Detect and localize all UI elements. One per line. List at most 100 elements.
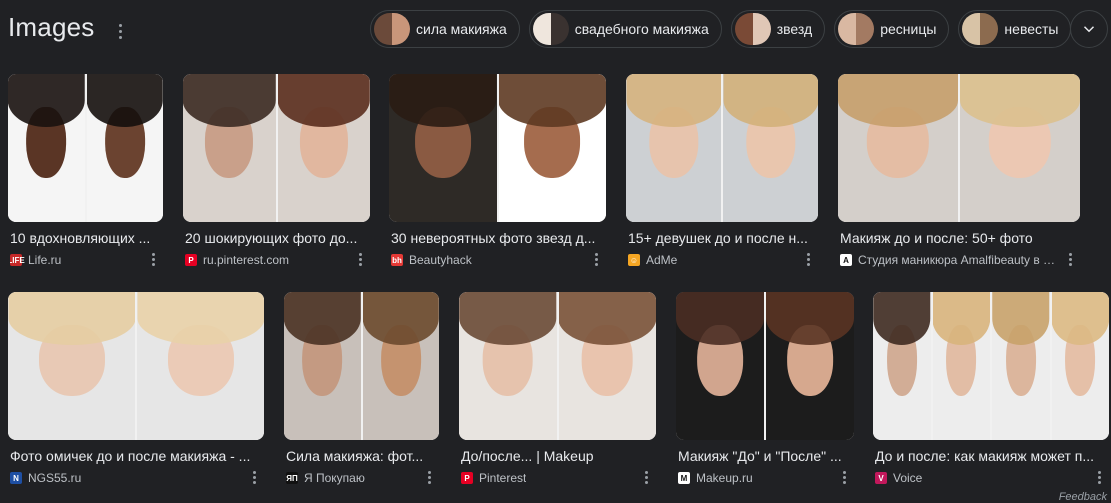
portrait-photo <box>275 74 370 222</box>
chip-thumbnail <box>374 13 410 45</box>
result-caption[interactable]: Макияж до и после: 50+ фото <box>840 230 1078 246</box>
image-result-card[interactable]: Сила макияжа: фот... ЯП Я Покупаю <box>284 292 439 486</box>
site-favicon-icon: ☺ <box>628 254 640 266</box>
source-name: Я Покупаю <box>304 471 365 485</box>
chip-0[interactable]: сила макияжа <box>370 10 520 48</box>
images-title: Images <box>8 12 95 42</box>
site-favicon-icon: V <box>875 472 887 484</box>
chip-thumbnail <box>962 13 999 45</box>
chip-2[interactable]: звезд <box>730 10 826 48</box>
chip-label: звезд <box>776 21 813 37</box>
site-favicon-icon: P <box>461 472 473 484</box>
related-search-chips: сила макияжа свадебного макияжа звезд ре… <box>370 10 1072 50</box>
site-favicon-icon: A <box>840 254 852 266</box>
portrait-photo <box>389 74 497 222</box>
image-result-card[interactable]: 30 невероятных фото звезд д... bh Beautyha… <box>389 74 606 268</box>
chip-thumbnail <box>734 13 771 45</box>
more-options-icon[interactable] <box>248 469 260 485</box>
result-caption[interactable]: До/после... | Makeup <box>461 448 654 464</box>
source-name: ru.pinterest.com <box>203 253 290 267</box>
more-options-icon[interactable] <box>423 469 435 485</box>
result-source[interactable]: bh Beautyhack <box>391 253 586 267</box>
result-source[interactable]: M Makeup.ru <box>678 471 834 485</box>
portrait-photo <box>958 74 1080 222</box>
result-source[interactable]: ЯП Я Покупаю <box>286 471 419 485</box>
result-thumbnail[interactable] <box>183 74 370 222</box>
result-caption[interactable]: Фото омичек до и после макияжа - ... <box>10 448 262 464</box>
result-source[interactable]: ☺ AdMe <box>628 253 798 267</box>
portrait-photo <box>183 74 276 222</box>
result-caption[interactable]: Сила макияжа: фот... <box>286 448 437 464</box>
more-options-icon[interactable] <box>590 251 602 267</box>
chip-4[interactable]: невесты <box>958 10 1072 48</box>
image-result-card[interactable]: Макияж до и после: 50+ фото A Студия маник… <box>838 74 1080 268</box>
source-name: Voice <box>893 471 923 485</box>
portrait-photo <box>990 292 1050 440</box>
more-options-icon[interactable] <box>802 251 814 267</box>
portrait-photo <box>135 292 264 440</box>
result-thumbnail[interactable] <box>626 74 818 222</box>
chip-label: свадебного макияжа <box>574 21 709 37</box>
portrait-photo <box>930 292 990 440</box>
source-name: Beautyhack <box>409 253 472 267</box>
image-result-card[interactable]: До/после... | Makeup P Pinterest <box>459 292 656 486</box>
image-result-card[interactable]: 15+ девушек до и после н... ☺ AdMe <box>626 74 818 268</box>
feedback-link[interactable]: Feedback <box>1059 491 1107 503</box>
result-caption[interactable]: Макияж "До" и "После" ... <box>678 448 852 464</box>
result-source[interactable]: N NGS55.ru <box>10 471 244 485</box>
image-result-card[interactable]: Макияж "До" и "После" ... M Makeup.ru <box>676 292 854 486</box>
result-thumbnail[interactable] <box>389 74 606 222</box>
portrait-photo <box>284 292 361 440</box>
image-result-card[interactable]: 20 шокирующих фото до... Pru.pinterest.co… <box>183 74 370 268</box>
chip-thumbnail <box>838 13 875 45</box>
result-thumbnail[interactable] <box>8 292 264 440</box>
image-result-card[interactable]: 10 вдохновляющих ... LIFELife.ru <box>8 74 163 268</box>
result-thumbnail[interactable] <box>838 74 1080 222</box>
site-favicon-icon: N <box>10 472 22 484</box>
chip-label: ресницы <box>880 21 937 37</box>
result-source[interactable]: A Студия маникюра Amalfibeauty в Мос... <box>840 253 1060 267</box>
more-options-icon[interactable] <box>640 469 652 485</box>
more-options-icon[interactable] <box>112 20 128 42</box>
result-source[interactable]: LIFELife.ru <box>10 253 143 267</box>
expand-chips-button[interactable] <box>1070 10 1108 48</box>
more-options-icon[interactable] <box>838 469 850 485</box>
image-result-card[interactable]: До и после: как макияж может п... V Voice <box>873 292 1109 486</box>
result-caption[interactable]: 30 невероятных фото звезд д... <box>391 230 604 246</box>
portrait-photo <box>721 74 818 222</box>
portrait-photo <box>556 292 656 440</box>
image-result-card[interactable]: Фото омичек до и после макияжа - ... N NGS… <box>8 292 264 486</box>
result-caption[interactable]: 10 вдохновляющих ... <box>10 230 161 246</box>
portrait-photo <box>84 74 163 222</box>
source-name: AdMe <box>646 253 678 267</box>
result-caption[interactable]: 15+ девушек до и после н... <box>628 230 816 246</box>
chip-3[interactable]: ресницы <box>834 10 950 48</box>
chip-thumbnail <box>532 13 569 45</box>
portrait-photo <box>496 74 606 222</box>
source-name: Makeup.ru <box>696 471 753 485</box>
chevron-down-icon <box>1083 26 1095 33</box>
chip-1[interactable]: свадебного макияжа <box>528 10 722 48</box>
portrait-photo <box>626 74 721 222</box>
result-thumbnail[interactable] <box>873 292 1109 440</box>
site-favicon-icon: M <box>678 472 690 484</box>
result-source[interactable]: P Pinterest <box>461 471 636 485</box>
result-caption[interactable]: 20 шокирующих фото до... <box>185 230 368 246</box>
result-thumbnail[interactable] <box>676 292 854 440</box>
images-header: Images сила макияжа свадебного макияжа з… <box>0 0 1111 60</box>
source-name: Life.ru <box>28 253 62 267</box>
source-name: NGS55.ru <box>28 471 82 485</box>
result-caption[interactable]: До и после: как макияж может п... <box>875 448 1107 464</box>
more-options-icon[interactable] <box>1093 469 1105 485</box>
result-thumbnail[interactable] <box>284 292 439 440</box>
more-options-icon[interactable] <box>147 251 159 267</box>
more-options-icon[interactable] <box>354 251 366 267</box>
portrait-photo <box>8 74 85 222</box>
more-options-icon[interactable] <box>1064 251 1076 267</box>
result-source[interactable]: Pru.pinterest.com <box>185 253 350 267</box>
result-thumbnail[interactable] <box>459 292 656 440</box>
result-source[interactable]: V Voice <box>875 471 1089 485</box>
chip-label: невесты <box>1004 21 1059 37</box>
portrait-photo <box>1049 292 1109 440</box>
result-thumbnail[interactable] <box>8 74 163 222</box>
